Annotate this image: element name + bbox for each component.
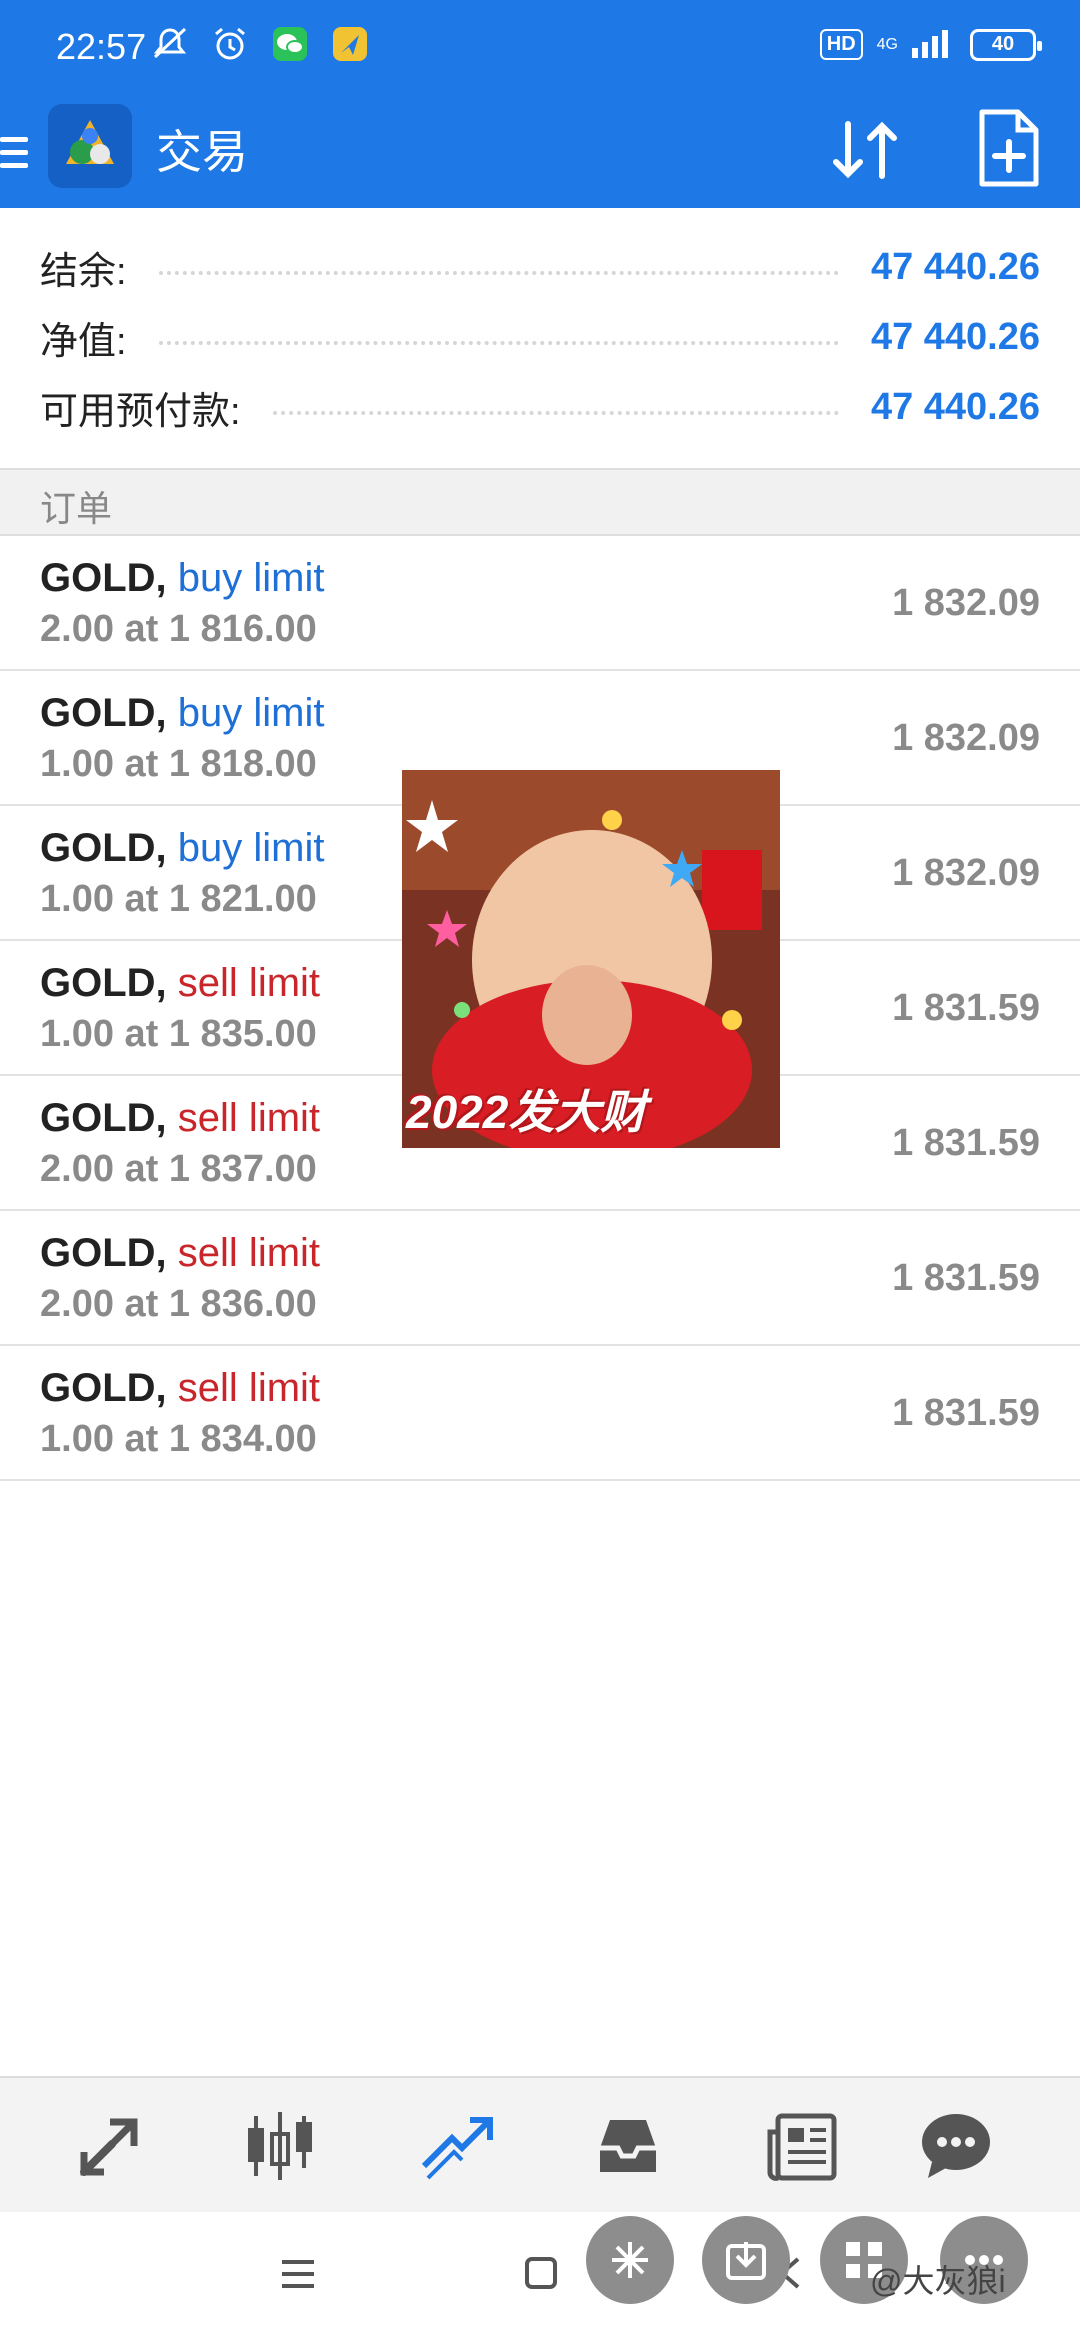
status-notification-icons — [150, 24, 370, 64]
order-current-price: 1 832.09 — [892, 852, 1040, 894]
news-icon[interactable] — [764, 2108, 840, 2184]
download-icon[interactable] — [702, 2216, 790, 2304]
chart-icon[interactable] — [242, 2108, 318, 2184]
order-type: buy limit — [177, 556, 325, 600]
order-type: sell limit — [177, 961, 321, 1005]
order-row[interactable]: GOLD, buy limit 2.00 at 1 816.00 1 832.0… — [0, 536, 1080, 671]
celebration-sticker: 2022发大财 — [402, 770, 780, 1148]
order-symbol: GOLD, — [40, 1366, 167, 1410]
sticker-caption: 2022发大财 — [406, 1086, 647, 1138]
order-symbol: GOLD, — [40, 556, 167, 600]
leader-dots — [158, 341, 839, 345]
order-row[interactable]: GOLD, sell limit 2.00 at 1 836.00 1 831.… — [0, 1211, 1080, 1346]
app-bar: 交易 — [0, 96, 1080, 208]
leader-dots — [272, 411, 839, 415]
home-icon[interactable] — [524, 2256, 558, 2295]
equity-value: 47 440.26 — [870, 315, 1040, 358]
order-row[interactable]: GOLD, sell limit 1.00 at 1 834.00 1 831.… — [0, 1346, 1080, 1481]
account-summary: 结余: 47 440.26 净值: 47 440.26 可用预付款: 47 44… — [0, 208, 1080, 468]
order-symbol: GOLD, — [40, 691, 167, 735]
free-margin-label: 可用预付款: — [40, 390, 241, 433]
top-bar: 22:57 HD 4G 40 交易 — [0, 0, 1080, 208]
metatrader-logo — [48, 104, 132, 188]
order-symbol: GOLD, — [40, 826, 167, 870]
orders-section-title: 订单 — [40, 488, 113, 529]
signal-icon — [912, 26, 956, 63]
battery-indicator: 40 — [970, 28, 1042, 61]
order-symbol: GOLD, — [40, 1231, 167, 1275]
order-symbol: GOLD, — [40, 961, 167, 1005]
sparkle-icon[interactable] — [586, 2216, 674, 2304]
order-current-price: 1 831.59 — [892, 987, 1040, 1029]
order-detail: 1.00 at 1 835.00 — [40, 1013, 317, 1055]
order-detail: 1.00 at 1 818.00 — [40, 743, 317, 785]
leader-dots — [158, 271, 839, 275]
order-detail: 1.00 at 1 834.00 — [40, 1418, 317, 1460]
alarm-icon — [210, 24, 250, 64]
free-margin-row: 可用预付款: 47 440.26 — [40, 372, 1040, 442]
mute-icon — [150, 24, 190, 64]
balance-row: 结余: 47 440.26 — [40, 232, 1040, 302]
chat-icon[interactable] — [918, 2108, 994, 2184]
order-current-price: 1 831.59 — [892, 1257, 1040, 1299]
location-app-icon — [330, 24, 370, 64]
wechat-icon — [270, 24, 310, 64]
network-type: 4G — [876, 35, 898, 53]
free-margin-value: 47 440.26 — [870, 385, 1040, 428]
order-current-price: 1 832.09 — [892, 582, 1040, 624]
order-detail: 2.00 at 1 837.00 — [40, 1148, 317, 1190]
order-type: buy limit — [177, 691, 325, 735]
status-bar: 22:57 HD 4G 40 — [0, 0, 1080, 96]
page-title: 交易 — [156, 126, 248, 178]
order-symbol: GOLD, — [40, 1096, 167, 1140]
orders-section-header: 订单 — [0, 468, 1080, 536]
balance-label: 结余: — [40, 250, 127, 293]
order-type: sell limit — [177, 1096, 321, 1140]
hd-badge: HD — [819, 29, 863, 60]
equity-row: 净值: 47 440.26 — [40, 302, 1040, 372]
order-detail: 2.00 at 1 836.00 — [40, 1283, 317, 1325]
trade-icon[interactable] — [418, 2108, 494, 2184]
quotes-icon[interactable] — [72, 2108, 148, 2184]
order-current-price: 1 831.59 — [892, 1392, 1040, 1434]
new-order-icon[interactable] — [972, 106, 1044, 190]
status-time: 22:57 — [56, 26, 147, 67]
system-navigation-bar: @大灰狼i — [0, 2212, 1080, 2340]
order-type: sell limit — [177, 1366, 321, 1410]
watermark: @大灰狼i — [870, 2263, 1006, 2299]
status-system-icons: HD 4G 40 — [819, 26, 1042, 63]
menu-icon[interactable] — [0, 124, 32, 180]
order-detail: 2.00 at 1 816.00 — [40, 608, 317, 650]
balance-value: 47 440.26 — [870, 245, 1040, 288]
order-type: sell limit — [177, 1231, 321, 1275]
order-detail: 1.00 at 1 821.00 — [40, 878, 317, 920]
order-current-price: 1 832.09 — [892, 717, 1040, 759]
bottom-tab-bar — [0, 2076, 1080, 2212]
recent-apps-icon[interactable] — [280, 2258, 316, 2295]
order-type: buy limit — [177, 826, 325, 870]
order-current-price: 1 831.59 — [892, 1122, 1040, 1164]
sort-icon[interactable] — [826, 110, 906, 190]
history-icon[interactable] — [590, 2108, 666, 2184]
equity-label: 净值: — [40, 320, 127, 363]
